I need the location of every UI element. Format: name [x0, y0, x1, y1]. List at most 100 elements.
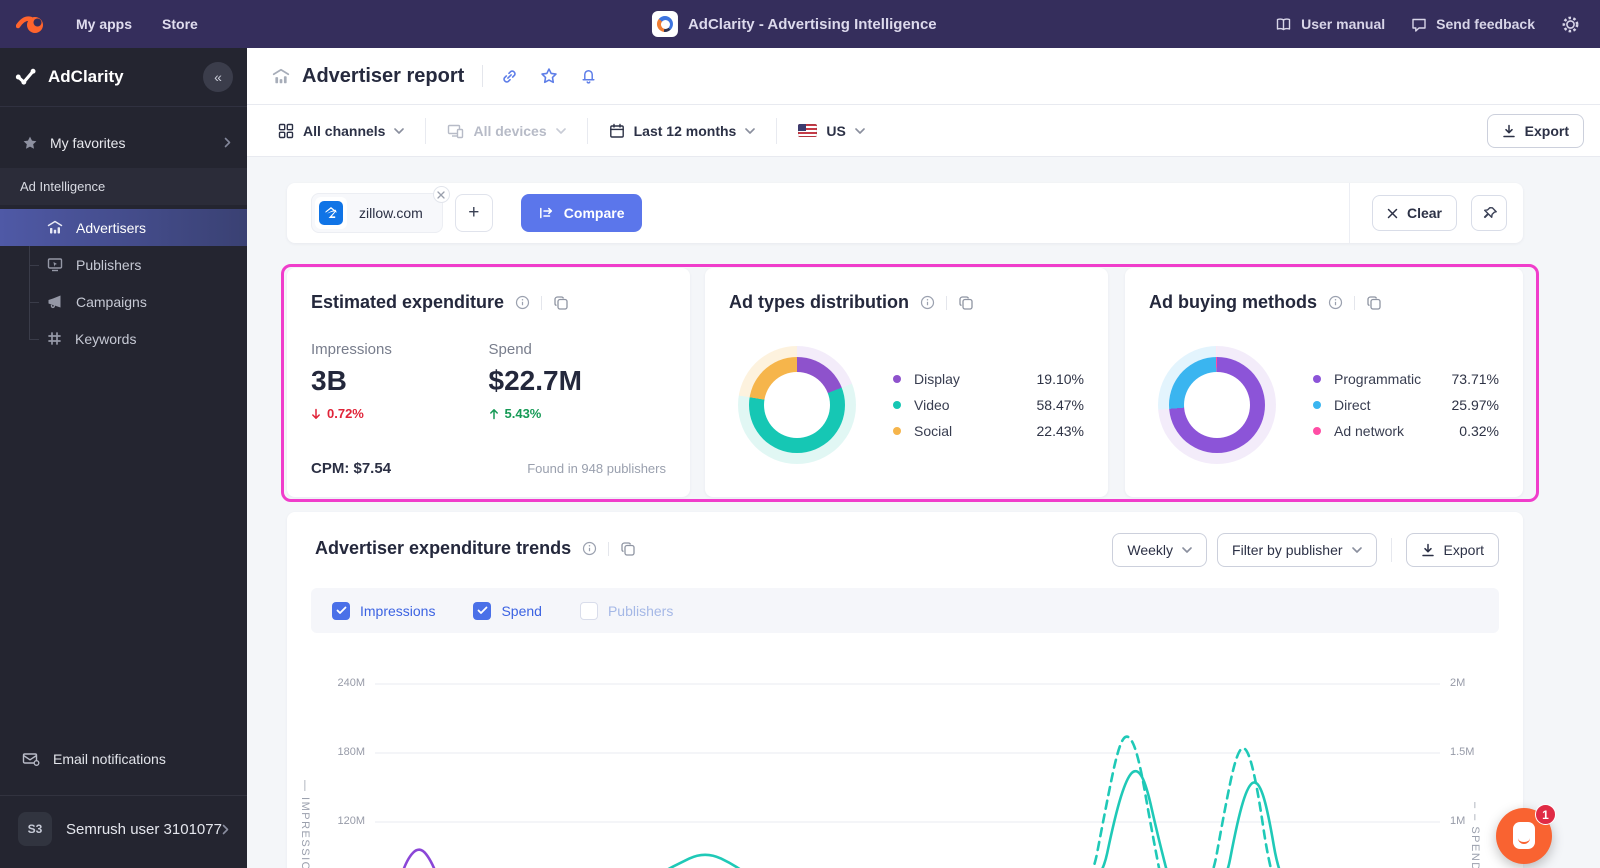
divider [482, 65, 484, 87]
legend-row: Programmatic 73.71% [1313, 366, 1499, 392]
sidebar-item-publishers[interactable]: Publishers [0, 246, 247, 283]
sidebar-collapse-button[interactable]: « [203, 62, 233, 92]
chevron-down-icon [1182, 547, 1192, 553]
divider [425, 117, 427, 144]
country-filter[interactable]: US [798, 123, 865, 139]
chat-unread-badge: 1 [1535, 804, 1556, 825]
sidebar-item-advertisers[interactable]: Advertisers [0, 209, 247, 246]
favorite-star-icon[interactable] [540, 67, 558, 85]
sidebar-section-ad-intelligence[interactable]: Ad Intelligence [0, 168, 247, 205]
copy-icon[interactable] [620, 541, 636, 557]
user-name: Semrush user 3101077 [66, 820, 222, 838]
send-feedback-button[interactable]: Send feedback [1411, 16, 1535, 32]
series-toggle-bar: Impressions Spend Publishers [311, 588, 1499, 633]
app-title: AdClarity - Advertising Intelligence [687, 15, 937, 33]
legend-dot [1313, 401, 1321, 409]
divider [1390, 538, 1392, 562]
granularity-dropdown[interactable]: Weekly [1112, 533, 1208, 567]
notifications-bell-icon[interactable] [580, 67, 597, 85]
chevron-right-icon [224, 137, 231, 148]
checkbox-checked-icon [332, 601, 350, 620]
advertiser-domain: zillow.com [359, 205, 423, 221]
user-manual-button[interactable]: User manual [1275, 16, 1385, 32]
toggle-publishers[interactable]: Publishers [579, 601, 673, 620]
toggle-spend[interactable]: Spend [473, 601, 542, 620]
semrush-logo-icon[interactable] [16, 13, 46, 35]
cpm-value: CPM: $7.54 [311, 460, 392, 477]
impressions-value: 3B [311, 365, 347, 396]
page-header: Advertiser report [247, 48, 1600, 105]
advertiser-report-icon [272, 68, 290, 85]
chat-widget-button[interactable]: 1 [1496, 804, 1556, 864]
date-range-filter[interactable]: Last 12 months [609, 123, 756, 139]
book-icon [1275, 17, 1292, 32]
export-button[interactable]: Export [1486, 114, 1584, 148]
ad-types-distribution-card: Ad types distribution Display 19.10% Vid… [705, 268, 1108, 497]
advertiser-chip-zillow[interactable]: zillow.com [311, 186, 450, 233]
add-advertiser-button[interactable]: + [454, 194, 493, 232]
publishers-icon [47, 257, 63, 272]
sidebar-user-account[interactable]: S3 Semrush user 3101077 [0, 795, 247, 868]
info-icon[interactable] [1328, 295, 1343, 310]
toggle-impressions[interactable]: Impressions [332, 601, 435, 620]
spend-change: 5.43% [489, 406, 667, 421]
brand-name: AdClarity [48, 67, 124, 86]
sidebar-item-campaigns[interactable]: Campaigns [0, 283, 247, 320]
remove-advertiser-icon[interactable] [432, 186, 450, 203]
legend-dot [893, 375, 901, 383]
trends-export-button[interactable]: Export [1405, 533, 1499, 567]
arrow-up-icon [489, 408, 499, 420]
found-in-publishers: Found in 948 publishers [527, 461, 666, 476]
spend-axis-label: – – SPEND [1469, 802, 1481, 868]
keywords-icon [47, 331, 62, 346]
adclarity-app-icon [651, 11, 678, 37]
clear-button[interactable]: Clear [1371, 195, 1457, 231]
filter-by-publisher-dropdown[interactable]: Filter by publisher [1217, 533, 1377, 567]
divider [776, 117, 778, 144]
legend-dot [893, 401, 901, 409]
close-x-icon [1387, 208, 1398, 219]
info-icon[interactable] [920, 295, 935, 310]
store-link[interactable]: Store [162, 16, 198, 32]
page-title: Advertiser report [302, 64, 465, 87]
filter-bar: All channels All devices Last 12 months … [247, 105, 1600, 157]
chevron-right-icon [222, 824, 229, 835]
ad-buying-methods-donut-chart [1158, 346, 1276, 464]
divider [946, 295, 947, 310]
pin-button[interactable] [1471, 195, 1507, 231]
copy-icon[interactable] [553, 295, 569, 311]
legend-dot [1313, 427, 1321, 435]
settings-gear-icon[interactable] [1561, 15, 1580, 34]
spend-value: $22.7M [488, 365, 582, 396]
channels-filter[interactable]: All channels [278, 123, 405, 139]
ad-buying-methods-legend: Programmatic 73.71% Direct 25.97% Ad net… [1313, 366, 1499, 444]
card-title: Advertiser expenditure trends [315, 538, 572, 558]
my-apps-link[interactable]: My apps [76, 16, 132, 32]
sidebar-item-favorites[interactable]: My favorites [0, 125, 247, 160]
info-icon[interactable] [515, 295, 530, 310]
ad-types-donut-chart [738, 346, 856, 464]
top-bar: My apps Store AdClarity - Advertising In… [0, 0, 1600, 48]
copy-icon[interactable] [1366, 295, 1382, 311]
adclarity-brand-icon [14, 68, 38, 86]
content: zillow.com + Compare Clear Estimated exp… [247, 158, 1600, 868]
estimated-expenditure-card: Estimated expenditure Impressions 3B 0.7… [287, 268, 690, 497]
devices-filter[interactable]: All devices [447, 123, 566, 139]
star-icon [22, 135, 38, 151]
chevron-down-icon [745, 127, 756, 134]
copy-icon[interactable] [958, 295, 974, 311]
card-title: Ad buying methods [1149, 292, 1317, 312]
advertisers-icon [47, 220, 63, 235]
card-title: Ad types distribution [729, 292, 909, 312]
devices-icon [447, 123, 464, 139]
info-icon[interactable] [582, 541, 597, 556]
compare-button[interactable]: Compare [520, 194, 643, 232]
sidebar-item-keywords[interactable]: Keywords [0, 320, 247, 357]
y-axis-tick: 1.5M [1450, 746, 1475, 758]
y-axis-tick: 240M [337, 677, 365, 689]
share-link-icon[interactable] [501, 68, 518, 85]
legend-row: Direct 25.97% [1313, 392, 1499, 418]
ad-types-legend: Display 19.10% Video 58.47% Social 22.43… [893, 366, 1084, 444]
sidebar-item-email-notifications[interactable]: Email notifications [0, 737, 247, 781]
impressions-change: 0.72% [311, 406, 489, 421]
